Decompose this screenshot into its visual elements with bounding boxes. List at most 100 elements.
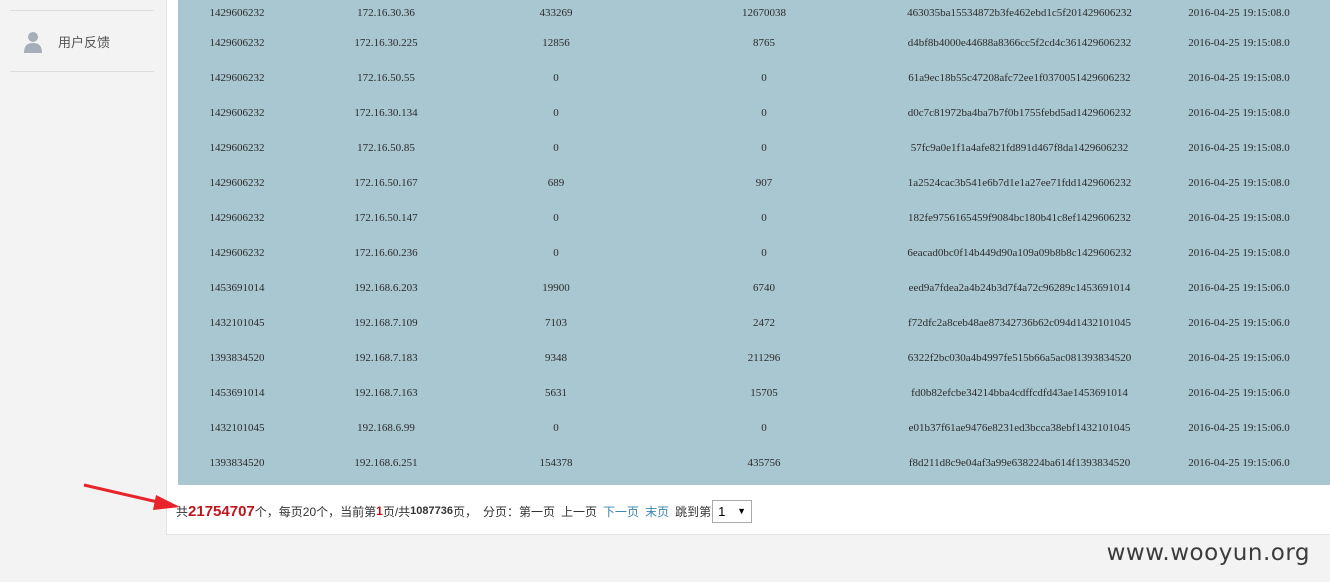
- table-cell: 463035ba15534872b3fe462ebd1c5f2014296062…: [907, 6, 1132, 19]
- table-cell: 1429606232: [209, 6, 265, 19]
- table-row: 1393834520 192.168.6.251 154378 435756 f8d21…: [178, 445, 1330, 480]
- table-cell: 0: [553, 246, 559, 259]
- first-page-link[interactable]: 第一页: [519, 503, 555, 520]
- table-cell: 172.16.50.85: [357, 141, 415, 154]
- table-cell: 0: [761, 106, 767, 119]
- table-cell: 1432101045: [209, 316, 265, 329]
- table-cell: 2016-04-25 19:15:06.0: [1188, 316, 1290, 329]
- table-row: 1429606232 172.16.60.236 0 0 6eacad0bc0f14b4…: [178, 235, 1330, 270]
- table-cell: 2016-04-25 19:15:06.0: [1188, 421, 1290, 434]
- table-cell: 1453691014: [209, 281, 265, 294]
- last-page-link[interactable]: 末页: [645, 503, 669, 520]
- table-cell: f72dfc2a8ceb48ae87342736b62c094d14321010…: [907, 316, 1131, 329]
- table-cell: 192.168.6.99: [357, 421, 415, 434]
- pager-text: 页，: [452, 504, 477, 519]
- table-cell: 172.16.50.167: [354, 176, 418, 189]
- table-cell: 2016-04-25 19:15:08.0: [1188, 211, 1290, 224]
- table-row: 1453691014 192.168.6.203 19900 6740 eed9a7fd…: [178, 270, 1330, 305]
- table-cell: 61a9ec18b55c47208afc72ee1f03700514296062…: [908, 71, 1131, 84]
- pager-label: 分页：: [483, 504, 520, 519]
- table-cell: 12670038: [742, 6, 786, 19]
- table-cell: 1393834520: [209, 351, 265, 364]
- table-row: 1432101045 192.168.6.99 0 0 e01b37f61ae9476e…: [178, 410, 1330, 445]
- table-cell: 1429606232: [209, 211, 265, 224]
- table-cell: 2016-04-25 19:15:08.0: [1188, 36, 1290, 49]
- table-cell: 1429606232: [209, 141, 265, 154]
- table-cell: 5631: [545, 386, 567, 399]
- table-cell: 6eacad0bc0f14b449d90a109a09b8b8c14296062…: [907, 246, 1132, 259]
- table-cell: 172.16.30.134: [354, 106, 418, 119]
- table-cell: e01b37f61ae9476e8231ed3bcca38ebf14321010…: [908, 421, 1131, 434]
- chevron-down-icon: ▼: [737, 506, 747, 516]
- table-cell: 7103: [545, 316, 567, 329]
- table-cell: 2016-04-25 19:15:08.0: [1188, 176, 1290, 189]
- table-cell: 6740: [753, 281, 775, 294]
- page-jump-value: 1: [718, 503, 726, 519]
- table-cell: 2472: [753, 316, 775, 329]
- table-cell: 0: [553, 106, 559, 119]
- total-pages: 1087736: [410, 505, 453, 517]
- table-cell: 192.168.6.203: [354, 281, 418, 294]
- table-row: 1429606232 172.16.50.167 689 907 1a2524cac3b…: [178, 165, 1330, 200]
- table-cell: 0: [553, 421, 559, 434]
- table-cell: 154378: [539, 456, 573, 469]
- table-cell: f8d211d8c9e04af3a99e638224ba614f13938345…: [908, 456, 1131, 469]
- table-cell: 2016-04-25 19:15:06.0: [1188, 281, 1290, 294]
- pager-prefix: 共: [176, 504, 189, 519]
- sidebar-item-feedback[interactable]: 用户反馈: [10, 12, 154, 71]
- table-cell: 172.16.50.147: [354, 211, 418, 224]
- table-row: 1429606232 172.16.30.134 0 0 d0c7c81972ba4ba…: [178, 95, 1330, 130]
- main-panel: 1429606232 172.16.30.36 433269 12670038 4630…: [166, 0, 1330, 535]
- page-jump-select[interactable]: 1 ▼: [712, 499, 753, 523]
- jump-label: 跳到第: [675, 504, 712, 519]
- table-cell: 1a2524cac3b541e6b7d1e1a27ee71fdd14296062…: [907, 176, 1132, 189]
- table-cell: 172.16.30.225: [354, 36, 418, 49]
- table-cell: 2016-04-25 19:15:06.0: [1188, 386, 1290, 399]
- total-count: 21754707: [188, 502, 255, 520]
- data-table-wrapper: 1429606232 172.16.30.36 433269 12670038 4630…: [178, 0, 1330, 485]
- current-page-number: 1: [376, 504, 383, 518]
- prev-page-link[interactable]: 上一页: [561, 503, 597, 520]
- table-cell: 1429606232: [209, 36, 265, 49]
- pagination-bar: 共 21754707 个，每页20个，当前第 1 页/共 1087736 页， …: [176, 498, 753, 524]
- table-cell: 172.16.50.55: [357, 71, 415, 84]
- table-cell: 2016-04-25 19:15:08.0: [1188, 246, 1290, 259]
- table-cell: 192.168.7.109: [354, 316, 418, 329]
- table-cell: 9348: [545, 351, 567, 364]
- table-cell: 2016-04-25 19:15:06.0: [1188, 351, 1290, 364]
- table-cell: 0: [553, 71, 559, 84]
- table-cell: 211296: [747, 351, 781, 364]
- table-cell: d4bf8b4000e44688a8366cc5f2cd4c3614296062…: [907, 36, 1132, 49]
- next-page-link[interactable]: 下一页: [603, 503, 639, 520]
- watermark: www.wooyun.org: [1106, 540, 1310, 566]
- table-cell: eed9a7fdea2a4b24b3d7f4a72c96289c14536910…: [908, 281, 1131, 294]
- table-cell: 0: [553, 141, 559, 154]
- table-cell: 12856: [542, 36, 570, 49]
- table-cell: 0: [761, 141, 767, 154]
- table-cell: 2016-04-25 19:15:08.0: [1188, 71, 1290, 84]
- table-cell: 2016-04-25 19:15:08.0: [1188, 6, 1290, 19]
- table-cell: d0c7c81972ba4ba7b7f0b1755febd5ad14296062…: [907, 106, 1132, 119]
- data-table: 1429606232 172.16.30.36 433269 12670038 4630…: [178, 0, 1330, 480]
- table-row: 1432101045 192.168.7.109 7103 2472 f72dfc2a8…: [178, 305, 1330, 340]
- table-cell: 1429606232: [209, 106, 265, 119]
- table-cell: 0: [761, 421, 767, 434]
- table-cell: 0: [761, 211, 767, 224]
- table-cell: 0: [553, 211, 559, 224]
- pager-text: 个，每页20个，当前第: [254, 504, 377, 519]
- table-cell: 1432101045: [209, 421, 265, 434]
- table-row: 1453691014 192.168.7.163 5631 15705 fd0b82ef…: [178, 375, 1330, 410]
- table-row: 1429606232 172.16.30.36 433269 12670038 4630…: [178, 0, 1330, 25]
- table-cell: 433269: [539, 6, 573, 19]
- sidebar-divider: [10, 71, 154, 72]
- table-row: 1429606232 172.16.50.147 0 0 182fe9756165459…: [178, 200, 1330, 235]
- table-cell: 6322f2bc030a4b4997fe515b66a5ac0813938345…: [907, 351, 1132, 364]
- table-cell: 1393834520: [209, 456, 265, 469]
- table-cell: 907: [755, 176, 773, 189]
- table-cell: 172.16.30.36: [357, 6, 415, 19]
- table-cell: 1429606232: [209, 176, 265, 189]
- pager-text: 页/共: [382, 504, 411, 519]
- table-cell: 435756: [747, 456, 781, 469]
- table-cell: 1453691014: [209, 386, 265, 399]
- table-cell: 19900: [542, 281, 570, 294]
